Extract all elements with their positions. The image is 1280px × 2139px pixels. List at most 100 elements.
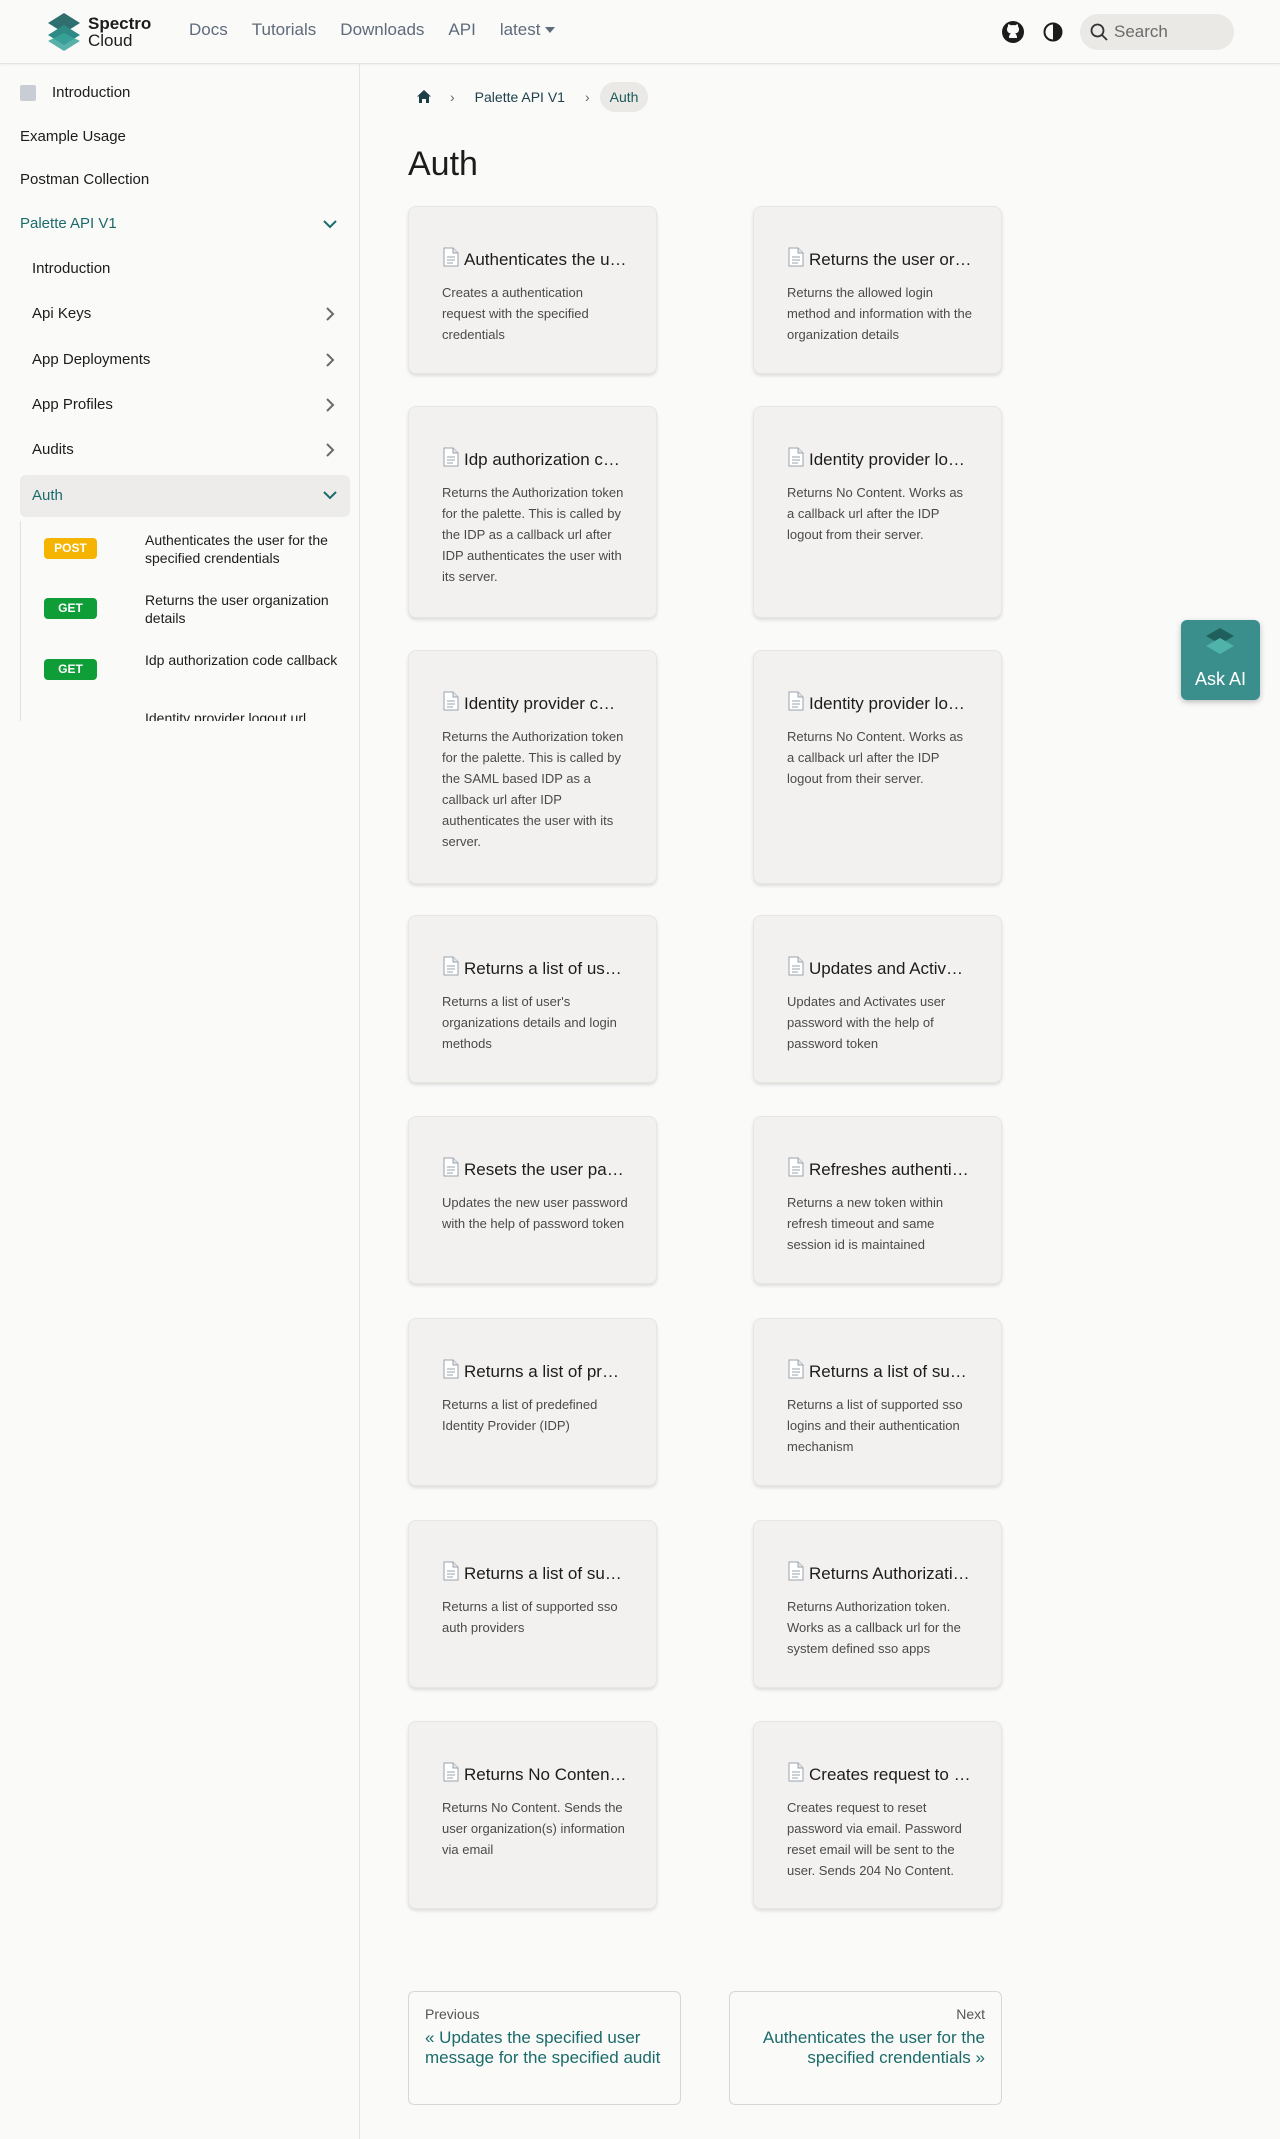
nav-tutorials-link[interactable]: Tutorials	[252, 20, 317, 40]
sidebar-item-app-deployments[interactable]: App Deployments	[32, 351, 350, 368]
endpoint-card[interactable]: Updates and Activ… Updates and Activates …	[753, 915, 1002, 1083]
card-title-text: Refreshes authenti…	[809, 1159, 969, 1179]
endpoint-card[interactable]: Creates request to … Creates request to r…	[753, 1721, 1002, 1909]
brand-name-line1: Spectro	[88, 14, 152, 33]
sidebar-item-palette-api-v1[interactable]: Palette API V1	[20, 215, 350, 232]
endpoint-card[interactable]: Returns the user or… Returns the allowed …	[753, 206, 1002, 374]
sidebar-item-api-keys[interactable]: Api Keys	[32, 305, 350, 322]
endpoint-card[interactable]: Refreshes authenti… Returns a new token w…	[753, 1116, 1002, 1284]
sidebar-item-label: Postman Collection	[20, 171, 150, 188]
sidebar-item-app-profiles[interactable]: App Profiles	[32, 396, 350, 413]
endpoint-card[interactable]: Identity provider lo… Returns No Content.…	[753, 406, 1002, 618]
previous-page-link[interactable]: Previous « Updates the specified user me…	[408, 1991, 681, 2105]
search-box[interactable]: Search	[1080, 14, 1234, 50]
document-icon	[442, 247, 460, 272]
card-title: Refreshes authenti…	[787, 1157, 973, 1182]
operation-label: Identity provider logout url	[145, 710, 307, 721]
sidebar-item-label: Palette API V1	[20, 215, 117, 232]
sidebar-item-introduction[interactable]: Introduction	[20, 84, 350, 101]
endpoint-card[interactable]: Returns a list of use… Returns a list of …	[408, 915, 657, 1083]
sidebar-item-postman-collection[interactable]: Postman Collection	[20, 171, 350, 188]
next-page-link[interactable]: Next Authenticates the user for the spec…	[729, 1991, 1002, 2105]
ask-ai-button[interactable]: Ask AI	[1181, 620, 1260, 700]
endpoint-card[interactable]: Returns No Content… Returns No Content. S…	[408, 1721, 657, 1909]
card-title-text: Idp authorization c…	[464, 449, 620, 469]
nav-api-link[interactable]: API	[448, 20, 475, 40]
card-description: Returns a list of predefined Identity Pr…	[442, 1397, 598, 1433]
theme-toggle-icon[interactable]	[1040, 19, 1066, 45]
ask-ai-label: Ask AI	[1194, 669, 1247, 689]
card-title: Returns a list of pre…	[442, 1359, 628, 1384]
chevron-right-icon[interactable]	[322, 397, 338, 413]
chevron-right-icon[interactable]	[322, 352, 338, 368]
document-icon	[442, 956, 460, 981]
sidebar-item-label: Example Usage	[20, 128, 126, 145]
document-icon	[787, 1359, 805, 1384]
card-description: Creates request to reset password via em…	[787, 1800, 962, 1878]
endpoint-card[interactable]: Authenticates the u… Creates a authentica…	[408, 206, 657, 374]
operation-label: Returns the user organization details	[145, 592, 329, 626]
endpoint-card[interactable]: Returns a list of sup… Returns a list of …	[753, 1318, 1002, 1486]
chevron-down-icon[interactable]	[322, 216, 338, 232]
nav-docs-link[interactable]: Docs	[189, 20, 228, 40]
endpoint-card[interactable]: Resets the user pas… Updates the new user…	[408, 1116, 657, 1284]
card-title-text: Identity provider lo…	[809, 449, 965, 469]
sidebar-item-audits[interactable]: Audits	[32, 441, 350, 458]
search-icon	[1090, 23, 1108, 41]
document-icon	[442, 691, 460, 716]
sidebar-item-auth[interactable]: Auth	[20, 475, 350, 517]
card-description: Returns a new token within refresh timeo…	[787, 1195, 944, 1252]
brand-logo[interactable]: Spectro Cloud	[46, 11, 151, 53]
card-title: Returns a list of sup…	[787, 1359, 973, 1384]
pager-label: Authenticates the user for the specified…	[762, 2028, 985, 2067]
card-description: Returns the Authorization token for the …	[442, 485, 624, 584]
page-title: Auth	[408, 145, 478, 183]
endpoint-card[interactable]: Returns a list of sup… Returns a list of …	[408, 1520, 657, 1688]
breadcrumb-palette-api[interactable]: Palette API V1	[465, 82, 575, 112]
method-badge-get: GET	[44, 598, 97, 619]
sidebar-item-label: Api Keys	[32, 305, 92, 322]
sidebar-item-introduction-sub[interactable]: Introduction	[32, 260, 350, 277]
card-title-text: Resets the user pas…	[464, 1159, 628, 1179]
sidebar-tree-line	[20, 521, 21, 721]
breadcrumb-separator-icon: ›	[584, 89, 590, 105]
sidebar-item-example-usage[interactable]: Example Usage	[20, 128, 350, 145]
card-description: Returns No Content. Works as a callback …	[787, 485, 964, 542]
home-icon[interactable]	[408, 81, 440, 113]
endpoint-card[interactable]: Identity provider c… Returns the Authoriz…	[408, 650, 657, 884]
card-title-text: Returns a list of use…	[464, 958, 628, 978]
document-icon	[787, 247, 805, 272]
pager-sub-label: Previous	[425, 2006, 480, 2022]
nav-links: Docs Tutorials Downloads API latest	[189, 20, 580, 40]
endpoint-card[interactable]: Identity provider lo… Returns No Content.…	[753, 650, 1002, 884]
sidebar-item-label: Auth	[32, 487, 63, 504]
chevron-right-icon[interactable]	[322, 306, 338, 322]
card-description: Updates the new user password with the h…	[442, 1195, 628, 1231]
document-icon	[787, 1157, 805, 1182]
caret-down-icon	[545, 27, 556, 33]
card-title-text: Authenticates the u…	[464, 249, 627, 269]
endpoint-card[interactable]: Returns a list of pre… Returns a list of …	[408, 1318, 657, 1486]
sidebar-operation-4[interactable]: Identity provider logout url	[0, 709, 360, 721]
card-title-text: Returns the user or…	[809, 249, 972, 269]
card-title-text: Identity provider lo…	[809, 693, 965, 713]
document-icon	[787, 447, 805, 472]
card-title: Returns a list of sup…	[442, 1561, 628, 1586]
card-title: Idp authorization c…	[442, 447, 628, 472]
endpoint-card[interactable]: Returns Authorizati… Returns Authorizatio…	[753, 1520, 1002, 1688]
endpoint-card[interactable]: Idp authorization c… Returns the Authoriz…	[408, 406, 657, 618]
card-title: Identity provider lo…	[787, 691, 973, 716]
version-dropdown[interactable]: latest	[500, 20, 557, 40]
ask-ai-logo-icon	[1206, 628, 1234, 654]
nav-downloads-link[interactable]: Downloads	[340, 20, 424, 40]
method-badge-post: POST	[44, 538, 97, 559]
chevron-right-icon[interactable]	[322, 442, 338, 458]
pager-label: « Updates the specified user message for…	[425, 2028, 661, 2067]
chevron-down-icon[interactable]	[322, 487, 338, 503]
sidebar-item-label: Audits	[32, 441, 74, 458]
breadcrumb: › Palette API V1 › Auth	[408, 81, 649, 113]
document-icon	[787, 691, 805, 716]
github-icon[interactable]	[1000, 19, 1026, 45]
card-title-text: Returns No Content…	[464, 1764, 628, 1784]
sidebar-item-label: App Deployments	[32, 351, 151, 368]
